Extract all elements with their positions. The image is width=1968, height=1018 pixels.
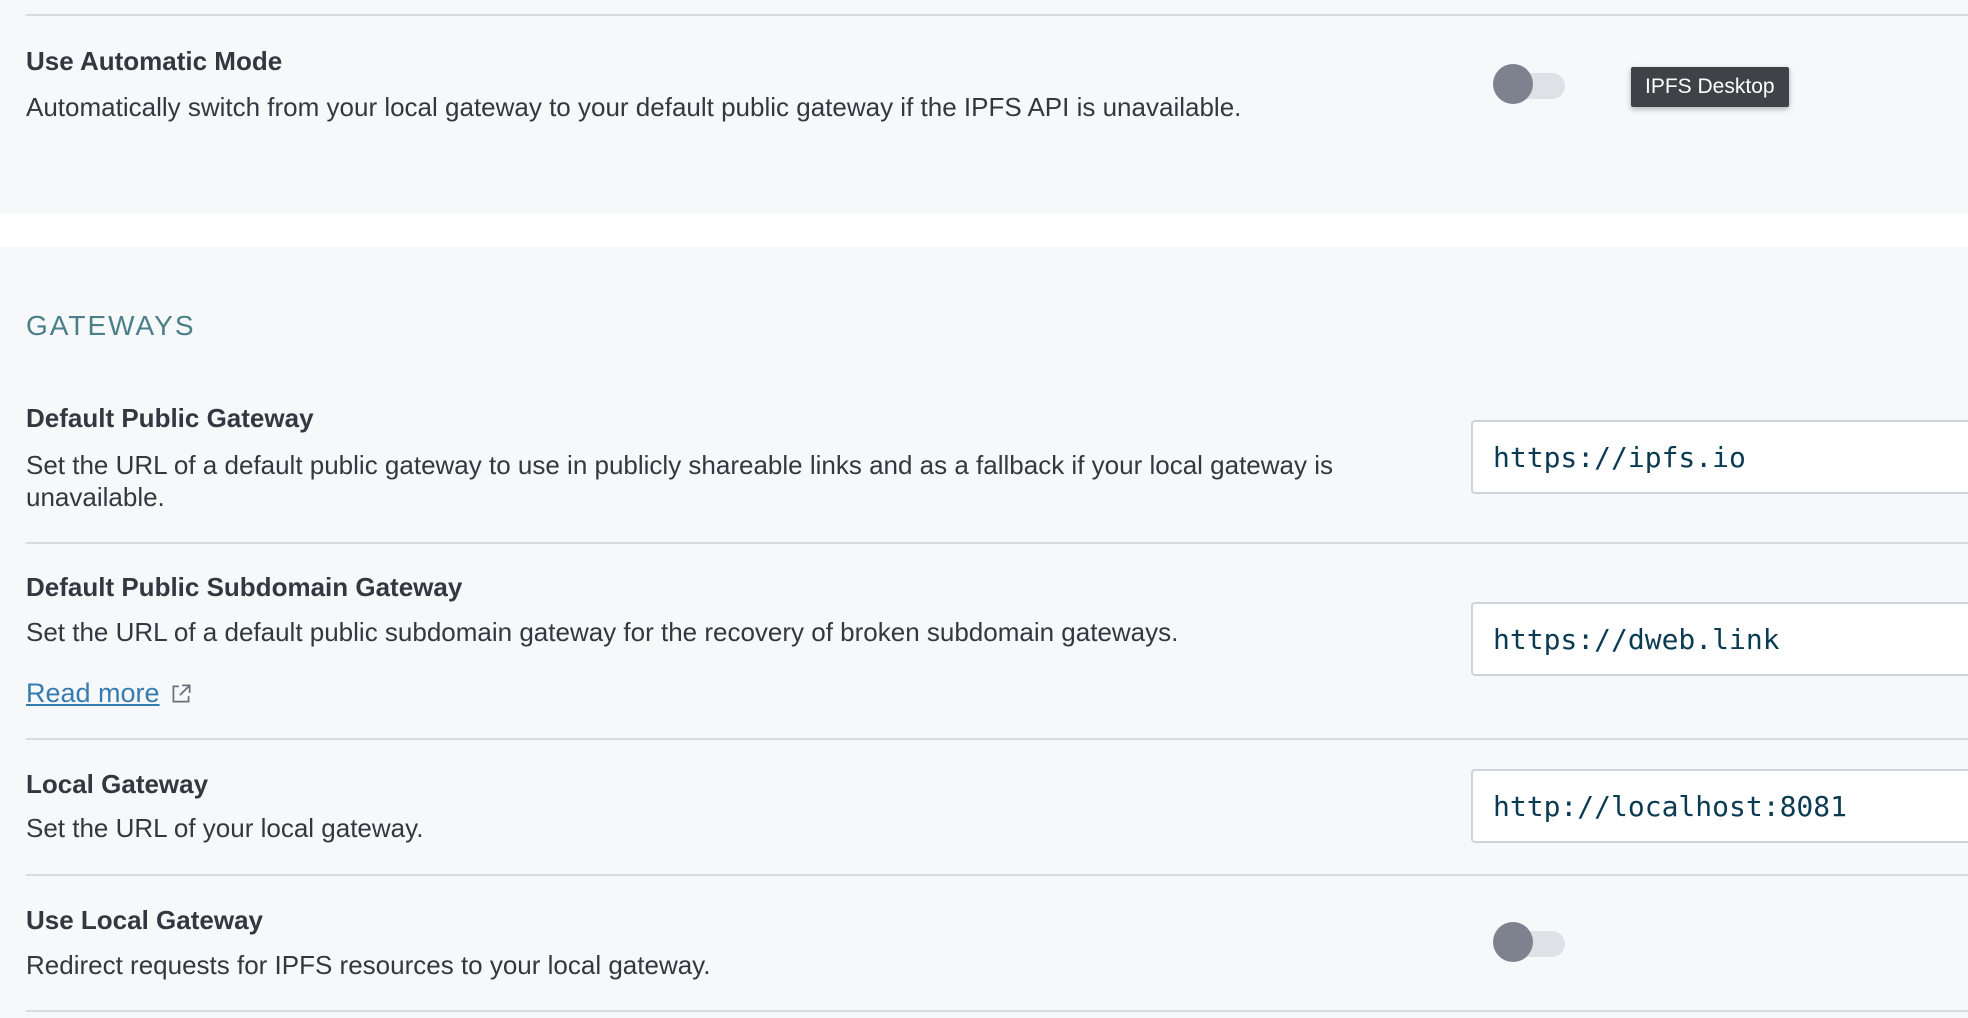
divider [26, 874, 1968, 876]
divider [26, 14, 1968, 16]
toggle-knob [1493, 922, 1533, 962]
local-gateway-description: Set the URL of your local gateway. [26, 813, 424, 843]
automatic-mode-title: Use Automatic Mode [26, 46, 283, 76]
toggle-knob [1493, 64, 1533, 104]
automatic-mode-panel: Use Automatic Mode Automatically switch … [0, 0, 1968, 214]
default-public-gateway-input[interactable] [1471, 420, 1968, 494]
divider [26, 738, 1968, 740]
use-local-gateway-description: Redirect requests for IPFS resources to … [26, 950, 711, 980]
default-subdomain-gateway-input[interactable] [1471, 602, 1968, 676]
divider [26, 542, 1968, 544]
automatic-mode-toggle[interactable] [1493, 62, 1569, 106]
gateways-section-title: GATEWAYS [26, 310, 196, 341]
default-subdomain-gateway-title: Default Public Subdomain Gateway [26, 572, 463, 602]
automatic-mode-description: Automatically switch from your local gat… [26, 92, 1242, 122]
use-local-gateway-title: Use Local Gateway [26, 905, 263, 935]
use-local-gateway-toggle[interactable] [1493, 920, 1569, 964]
read-more-link[interactable]: Read more [26, 678, 160, 709]
default-subdomain-gateway-description: Set the URL of a default public subdomai… [26, 617, 1179, 647]
read-more-row: Read more [26, 678, 194, 709]
local-gateway-title: Local Gateway [26, 769, 209, 799]
default-public-gateway-description: Set the URL of a default public gateway … [26, 450, 1333, 512]
ipfs-desktop-tooltip: IPFS Desktop [1631, 67, 1789, 107]
default-public-gateway-title: Default Public Gateway [26, 403, 314, 433]
divider [26, 1010, 1968, 1012]
gateways-panel: GATEWAYS Default Public Gateway Set the … [0, 247, 1968, 1018]
external-link-icon[interactable] [168, 681, 194, 707]
local-gateway-input[interactable] [1471, 769, 1968, 843]
